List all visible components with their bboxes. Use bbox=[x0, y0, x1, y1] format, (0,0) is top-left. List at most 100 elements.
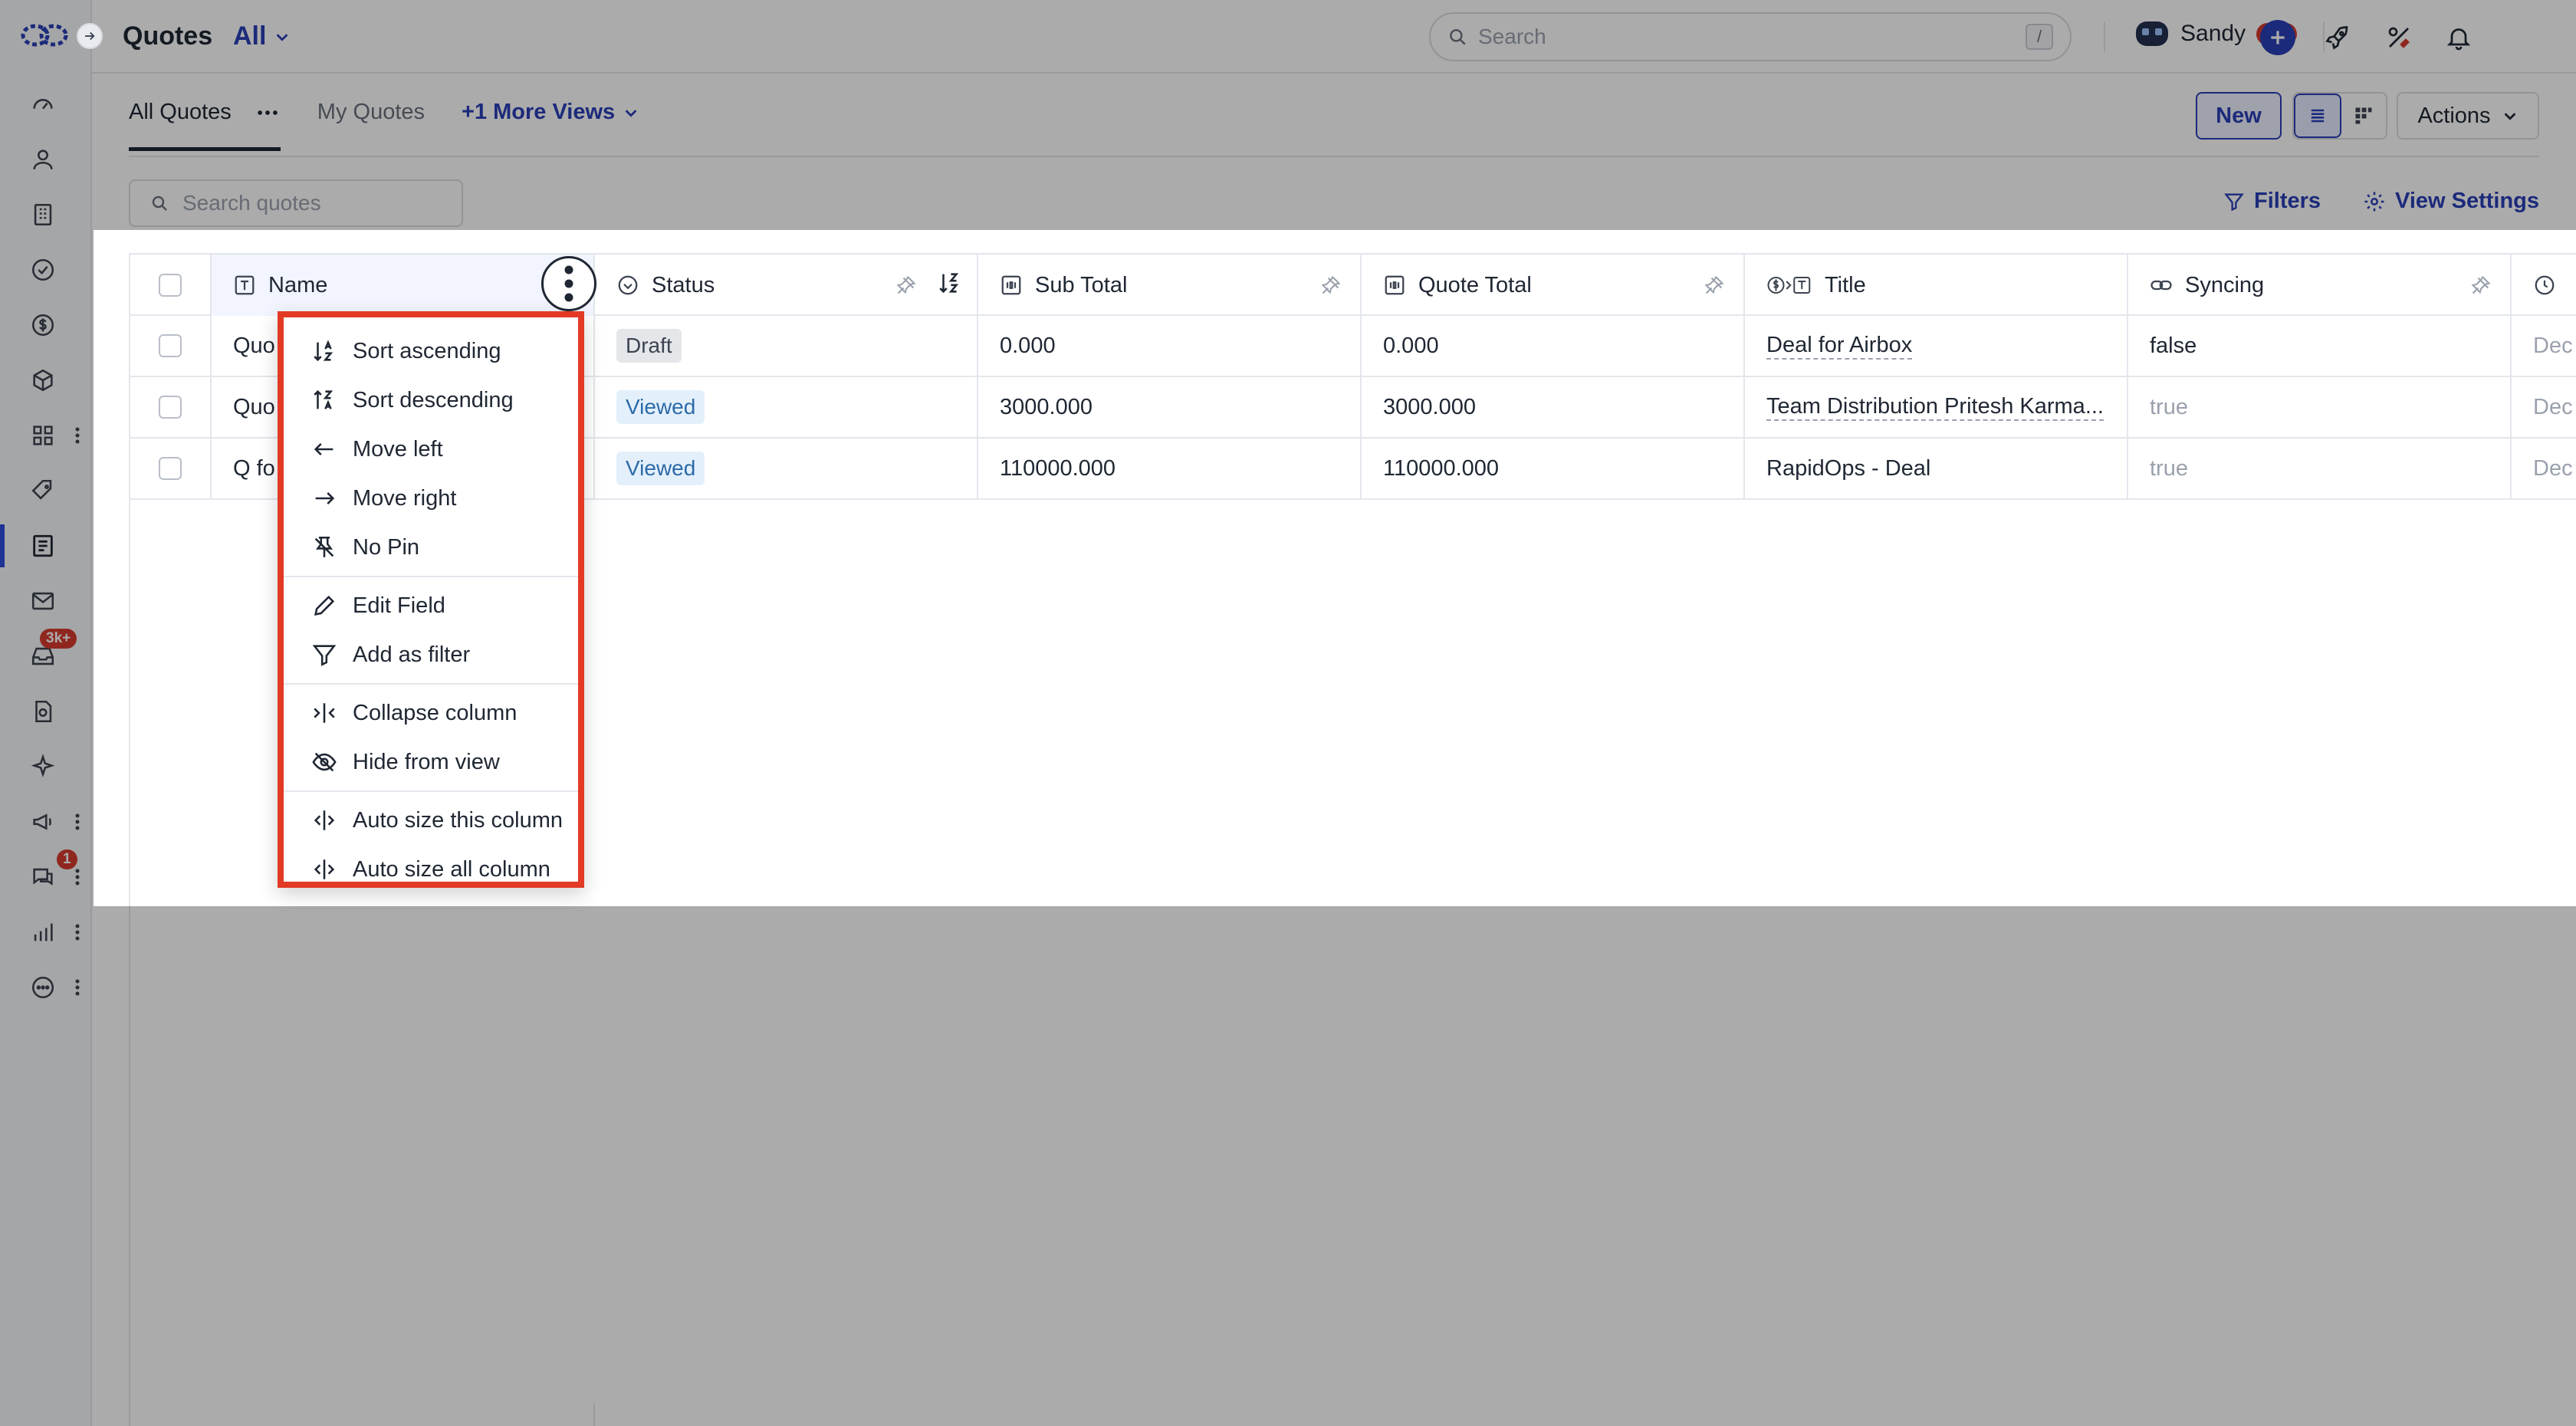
new-button[interactable]: New bbox=[2196, 92, 2282, 140]
quotes-search-input[interactable]: Search quotes bbox=[129, 179, 463, 227]
app-logo-icon[interactable] bbox=[20, 20, 69, 51]
menu-item-move-right[interactable]: Move right bbox=[284, 474, 578, 523]
list-view-button[interactable] bbox=[2294, 94, 2341, 138]
campaigns-more-icon[interactable] bbox=[72, 807, 83, 837]
column-menu-button[interactable] bbox=[541, 256, 596, 311]
lookup-deal-icon bbox=[1767, 277, 1811, 294]
menu-item-move-left[interactable]: Move left bbox=[284, 425, 578, 474]
column-header-date[interactable] bbox=[2512, 255, 2576, 316]
reports-icon[interactable] bbox=[23, 912, 63, 952]
tag-icon[interactable] bbox=[23, 471, 63, 511]
tools-button[interactable] bbox=[2381, 20, 2417, 55]
filter-icon bbox=[2224, 193, 2244, 211]
menu-item-sort-ascending[interactable]: Sort ascending bbox=[284, 327, 578, 376]
menu-item-hide-from-view[interactable]: Hide from view bbox=[284, 738, 578, 787]
menu-item-auto-size-column[interactable]: Auto size this column bbox=[284, 796, 578, 845]
column-header-sub-total[interactable]: Sub Total bbox=[978, 255, 1362, 316]
view-settings-button[interactable]: View Settings bbox=[2363, 189, 2539, 214]
accounts-icon[interactable] bbox=[23, 195, 63, 235]
menu-item-label: Move left bbox=[353, 436, 443, 462]
column-label: Syncing bbox=[2185, 272, 2265, 297]
column-header-title[interactable]: Title bbox=[1745, 255, 2128, 316]
tasks-icon[interactable] bbox=[23, 250, 63, 290]
cell-date: Dec bbox=[2533, 333, 2573, 358]
column-header-quote-total[interactable]: Quote Total bbox=[1362, 255, 1745, 316]
menu-item-collapse-column[interactable]: Collapse column bbox=[284, 688, 578, 738]
row-checkbox[interactable] bbox=[159, 457, 182, 480]
tab-more-views[interactable]: +1 More Views bbox=[462, 100, 639, 146]
column-header-status[interactable]: Status bbox=[595, 255, 978, 316]
title-link[interactable]: Deal for Airbox bbox=[1766, 333, 1913, 360]
tools-icon bbox=[2388, 27, 2410, 48]
campaigns-icon[interactable] bbox=[23, 802, 63, 842]
notifications-button[interactable] bbox=[2441, 20, 2476, 55]
menu-item-label: Sort descending bbox=[353, 387, 514, 412]
quick-add-button[interactable] bbox=[2260, 20, 2295, 55]
sparkle-icon[interactable] bbox=[23, 747, 63, 787]
cell-title[interactable]: Deal for Airbox bbox=[1745, 316, 2128, 376]
menu-item-sort-descending[interactable]: Sort descending bbox=[284, 376, 578, 425]
mail-icon[interactable] bbox=[23, 581, 63, 621]
menu-item-add-filter[interactable]: Add as filter bbox=[284, 630, 578, 679]
quotes-search-placeholder: Search quotes bbox=[182, 191, 321, 215]
table-header: Name Status Sub Total Quote Total Title … bbox=[130, 253, 2576, 316]
page-title: Quotes bbox=[123, 21, 213, 51]
messages-more-icon[interactable] bbox=[72, 862, 83, 892]
column-header-name[interactable]: Name bbox=[212, 255, 595, 316]
column-label: Sub Total bbox=[1035, 272, 1128, 297]
menu-item-label: No Pin bbox=[353, 534, 420, 560]
grid-view-button[interactable] bbox=[2341, 94, 2386, 138]
view-selector[interactable]: All bbox=[233, 21, 291, 51]
view-settings-label: View Settings bbox=[2395, 189, 2540, 213]
auto-size-icon bbox=[314, 810, 335, 830]
view-selector-label: All bbox=[233, 21, 267, 51]
pin-off-icon[interactable] bbox=[895, 274, 917, 296]
contacts-icon[interactable] bbox=[23, 140, 63, 179]
more-horizontal-icon[interactable] bbox=[255, 100, 281, 126]
pin-off-icon[interactable] bbox=[1320, 274, 1342, 296]
row-select-cell bbox=[130, 439, 212, 498]
arrow-left-icon bbox=[314, 443, 334, 455]
filter-icon bbox=[312, 645, 337, 666]
plus-icon bbox=[2271, 31, 2285, 44]
deals-icon[interactable] bbox=[23, 305, 63, 345]
dashboard-icon[interactable] bbox=[23, 84, 63, 124]
actions-button[interactable]: Actions bbox=[2397, 92, 2539, 140]
robot-icon bbox=[2136, 21, 2168, 46]
apps-icon[interactable] bbox=[23, 416, 63, 455]
title-link[interactable]: Team Distribution Pritesh Karma... bbox=[1766, 394, 2104, 421]
tab-label: +1 More Views bbox=[462, 100, 616, 124]
menu-item-label: Move right bbox=[353, 485, 457, 511]
row-checkbox[interactable] bbox=[159, 396, 182, 419]
cell-title[interactable]: RapidOps - Deal bbox=[1745, 439, 2128, 498]
reports-more-icon[interactable] bbox=[72, 917, 83, 948]
filters-button[interactable]: Filters bbox=[2223, 189, 2321, 214]
quotes-icon[interactable] bbox=[23, 526, 63, 566]
row-checkbox[interactable] bbox=[159, 334, 182, 357]
sidebar-expand-button[interactable] bbox=[77, 23, 103, 49]
global-search-input[interactable]: Search / bbox=[1429, 12, 2072, 61]
menu-item-label: Sort ascending bbox=[353, 338, 501, 363]
status-badge: Viewed bbox=[616, 390, 705, 424]
status-badge: Draft bbox=[616, 329, 682, 363]
menu-item-no-pin[interactable]: No Pin bbox=[284, 523, 578, 572]
pin-off-icon[interactable] bbox=[1704, 274, 1725, 296]
more-circle-more-icon[interactable] bbox=[72, 972, 83, 1003]
pin-off-icon[interactable] bbox=[2470, 274, 2492, 296]
select-all-checkbox[interactable] bbox=[159, 274, 182, 297]
sort-ascending-icon[interactable] bbox=[937, 270, 963, 296]
documents-icon[interactable] bbox=[23, 692, 63, 731]
more-vertical-icon bbox=[564, 265, 573, 302]
products-icon[interactable] bbox=[23, 360, 63, 400]
apps-more-icon[interactable] bbox=[72, 420, 83, 451]
cell-status: Viewed bbox=[595, 439, 978, 498]
menu-item-auto-size-all[interactable]: Auto size all column bbox=[284, 845, 578, 894]
cell-title[interactable]: Team Distribution Pritesh Karma... bbox=[1745, 377, 2128, 437]
column-header-syncing[interactable]: Syncing bbox=[2128, 255, 2512, 316]
tab-all-quotes[interactable]: All Quotes bbox=[129, 100, 281, 151]
menu-item-edit-field[interactable]: Edit Field bbox=[284, 581, 578, 630]
cell-date: Dec bbox=[2533, 394, 2573, 419]
tab-my-quotes[interactable]: My Quotes bbox=[317, 100, 425, 146]
more-circle-icon[interactable] bbox=[23, 968, 63, 1007]
rocket-button[interactable] bbox=[2320, 20, 2355, 55]
